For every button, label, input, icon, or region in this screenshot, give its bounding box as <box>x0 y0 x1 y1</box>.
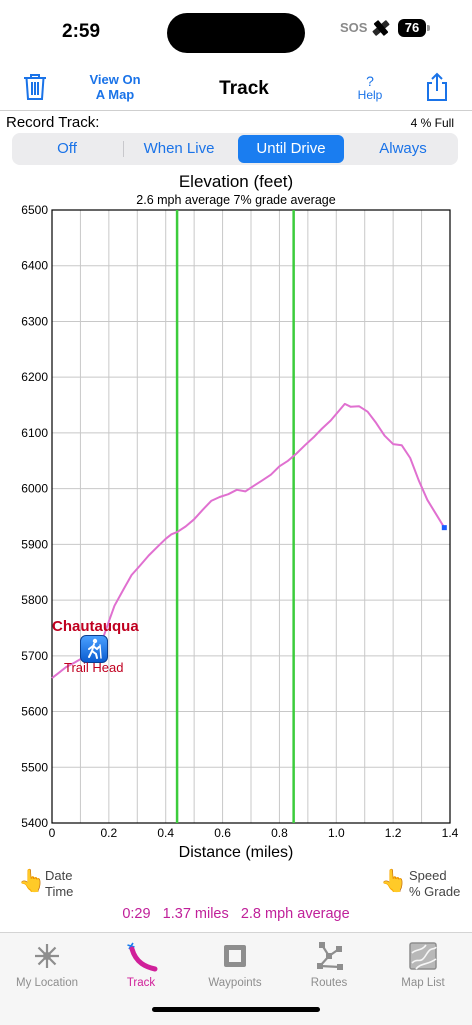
tab-map-list[interactable]: Map List <box>376 939 470 989</box>
tab-waypoints[interactable]: Waypoints <box>188 939 282 989</box>
summary-speed: 2.8 mph average <box>240 906 350 922</box>
x-tick-label: 0.8 <box>271 826 288 840</box>
trash-icon[interactable] <box>22 72 48 102</box>
dynamic-island <box>167 13 305 53</box>
home-indicator <box>152 1007 320 1012</box>
view-map-line2: A Map <box>95 87 135 102</box>
elevation-chart[interactable]: 5400 5500 5600 5700 5800 5900 6000 6100 6200 6300… <box>0 200 472 842</box>
page-title: Track <box>219 78 269 99</box>
y-tick-label: 6100 <box>21 426 48 440</box>
tab-label: Track <box>126 977 156 989</box>
sos-indicator: SOS <box>340 20 368 35</box>
y-tick-label: 5500 <box>21 760 48 774</box>
x-tick-label: 0 <box>49 826 56 840</box>
track-icon <box>127 942 158 972</box>
x-tick-label: 1.2 <box>385 826 402 840</box>
help-button[interactable]: ? Help <box>350 74 390 102</box>
battery-nub <box>427 25 430 31</box>
compass-star-icon <box>35 944 59 968</box>
help-icon: ? <box>366 73 374 89</box>
tab-track[interactable]: Track <box>94 939 188 989</box>
record-track-label: Record Track: <box>6 114 100 131</box>
grade-label: % Grade <box>409 884 461 899</box>
y-tick-label: 5700 <box>21 649 48 663</box>
date-time-toggle[interactable]: Date Time <box>45 868 73 900</box>
y-tick-label: 5400 <box>21 816 48 830</box>
time-label: Time <box>45 884 74 899</box>
track-end-point <box>441 525 447 531</box>
x-tick-label: 0.6 <box>214 826 231 840</box>
x-tick-label: 0.2 <box>101 826 118 840</box>
date-label: Date <box>45 868 73 883</box>
waypoint-label: Trail Head <box>64 660 124 675</box>
speed-label: Speed <box>409 868 447 883</box>
chart-title: Elevation (feet) <box>178 172 294 191</box>
pointing-hand-icon[interactable]: 👆 <box>380 868 407 894</box>
waypoint-name: Chautauqua <box>52 618 139 635</box>
y-tick-label: 5900 <box>21 537 48 551</box>
segment-off[interactable]: Off <box>14 135 120 163</box>
nav-bar: View On A Map Track ? Help <box>0 62 472 111</box>
pointing-hand-icon[interactable]: 👆 <box>18 868 45 894</box>
hiker-icon[interactable] <box>80 635 108 663</box>
tab-label: Routes <box>310 977 348 989</box>
y-tick-label: 6200 <box>21 370 48 384</box>
tab-routes[interactable]: Routes <box>282 939 376 989</box>
share-icon[interactable] <box>424 72 450 102</box>
view-map-line1: View On <box>89 72 141 87</box>
battery-icon: 76 <box>398 19 426 37</box>
status-bar: 2:59 SOS 76 <box>0 0 472 62</box>
segment-divider <box>123 141 124 157</box>
view-on-map-button[interactable]: View On A Map <box>80 72 150 102</box>
y-tick-label: 6000 <box>21 482 48 496</box>
clock: 2:59 <box>62 21 101 42</box>
y-tick-label: 5600 <box>21 705 48 719</box>
satellite-icon <box>370 17 392 45</box>
tab-label: Map List <box>401 977 445 989</box>
elevation-line <box>51 402 446 679</box>
tab-my-location[interactable]: My Location <box>0 939 94 989</box>
x-tick-label: 1.0 <box>328 826 345 840</box>
summary-distance: 1.37 miles <box>162 906 229 922</box>
x-tick-label: 1.4 <box>442 826 459 840</box>
track-summary: 0:29 1.37 miles 2.8 mph average <box>0 906 472 922</box>
help-label: Help <box>357 88 383 102</box>
y-tick-label: 6400 <box>21 259 48 273</box>
speed-grade-toggle[interactable]: Speed % Grade <box>409 868 460 900</box>
summary-duration: 0:29 <box>122 906 151 922</box>
record-mode-selector: Off When Live Until Drive Always <box>12 133 458 165</box>
x-tick-label: 0.4 <box>157 826 174 840</box>
storage-full-indicator: 4 % Full <box>410 116 454 130</box>
segment-until-drive[interactable]: Until Drive <box>238 135 344 163</box>
route-icon <box>317 942 343 970</box>
y-tick-label: 6300 <box>21 314 48 328</box>
segment-when-live[interactable]: When Live <box>126 135 232 163</box>
segment-always[interactable]: Always <box>350 135 456 163</box>
tab-label: My Location <box>15 977 78 989</box>
tab-label: Waypoints <box>208 977 262 989</box>
map-list-icon <box>409 942 437 970</box>
y-tick-label: 6500 <box>21 203 48 217</box>
x-axis-label: Distance (miles) <box>178 844 294 861</box>
y-tick-label: 5800 <box>21 593 48 607</box>
waypoint-square-icon <box>224 945 246 967</box>
